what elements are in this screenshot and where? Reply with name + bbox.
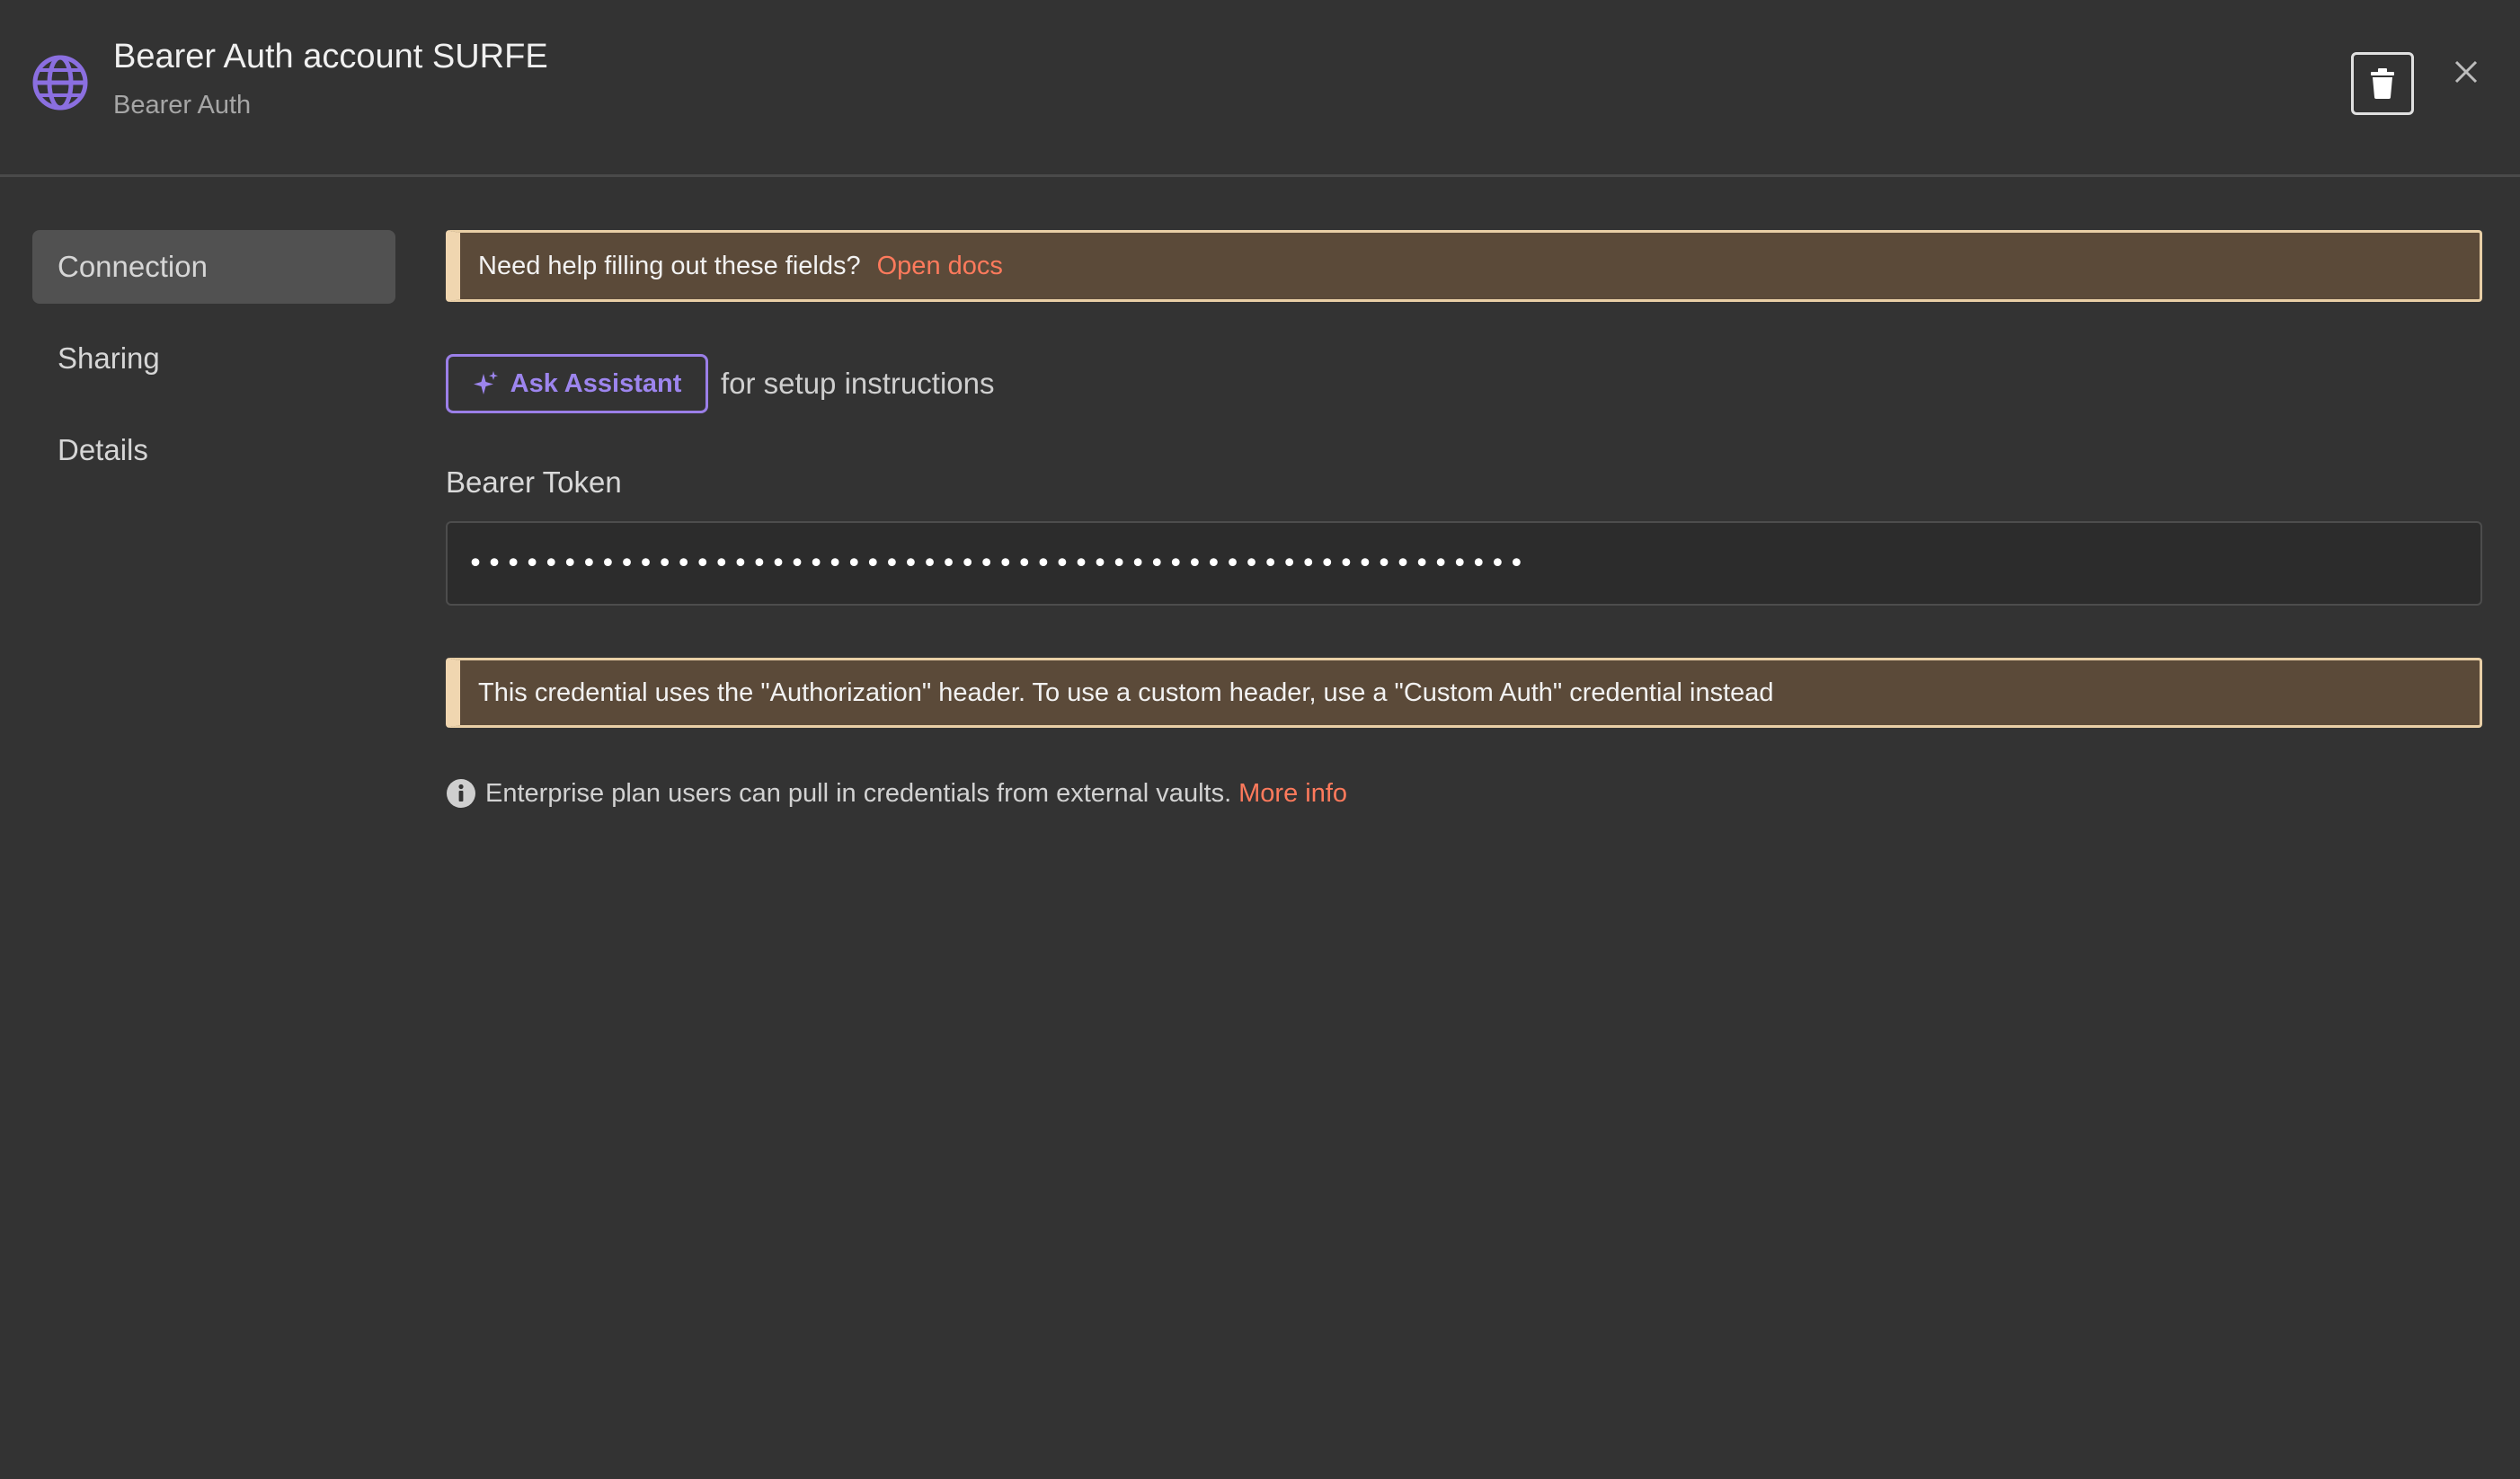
delete-button[interactable]	[2351, 52, 2414, 115]
credential-type: Bearer Auth	[113, 91, 252, 120]
ask-assistant-label: Ask Assistant	[510, 368, 682, 398]
modal-header: Bearer Auth account SURFE Bearer Auth	[0, 0, 2520, 177]
help-callout-text: Need help filling out these fields?	[478, 251, 861, 280]
sidebar-item-label: Details	[58, 433, 148, 466]
authorization-header-text: This credential uses the "Authorization"…	[478, 678, 1774, 707]
enterprise-note: Enterprise plan users can pull in creden…	[446, 778, 2482, 809]
sidebar-item-connection[interactable]: Connection	[32, 230, 395, 304]
bearer-token-label: Bearer Token	[446, 465, 622, 499]
connection-panel: Need help filling out these fields? Open…	[446, 230, 2482, 809]
close-icon	[2454, 60, 2478, 84]
globe-icon	[32, 55, 88, 111]
assistant-suffix-text: for setup instructions	[721, 367, 995, 400]
help-callout: Need help filling out these fields? Open…	[446, 230, 2482, 302]
sidebar-nav: Connection Sharing Details	[32, 230, 395, 505]
info-icon	[447, 779, 475, 808]
sparkle-icon	[473, 371, 498, 394]
credential-title[interactable]: Bearer Auth account SURFE	[113, 38, 548, 76]
more-info-link[interactable]: More info	[1238, 779, 1347, 809]
ask-assistant-button[interactable]: Ask Assistant	[446, 354, 708, 413]
sidebar-item-label: Connection	[58, 250, 208, 283]
authorization-header-callout: This credential uses the "Authorization"…	[446, 658, 2482, 728]
close-button[interactable]	[2446, 52, 2486, 92]
bearer-token-input[interactable]: ••••••••••••••••••••••••••••••••••••••••…	[446, 521, 2482, 606]
sidebar-item-label: Sharing	[58, 341, 160, 375]
assistant-row: Ask Assistant for setup instructions	[446, 354, 2482, 413]
trash-icon	[2371, 68, 2394, 99]
sidebar-item-details[interactable]: Details	[32, 413, 395, 487]
open-docs-link[interactable]: Open docs	[877, 252, 1003, 281]
sidebar-item-sharing[interactable]: Sharing	[32, 322, 395, 395]
enterprise-note-text: Enterprise plan users can pull in creden…	[485, 778, 1232, 808]
